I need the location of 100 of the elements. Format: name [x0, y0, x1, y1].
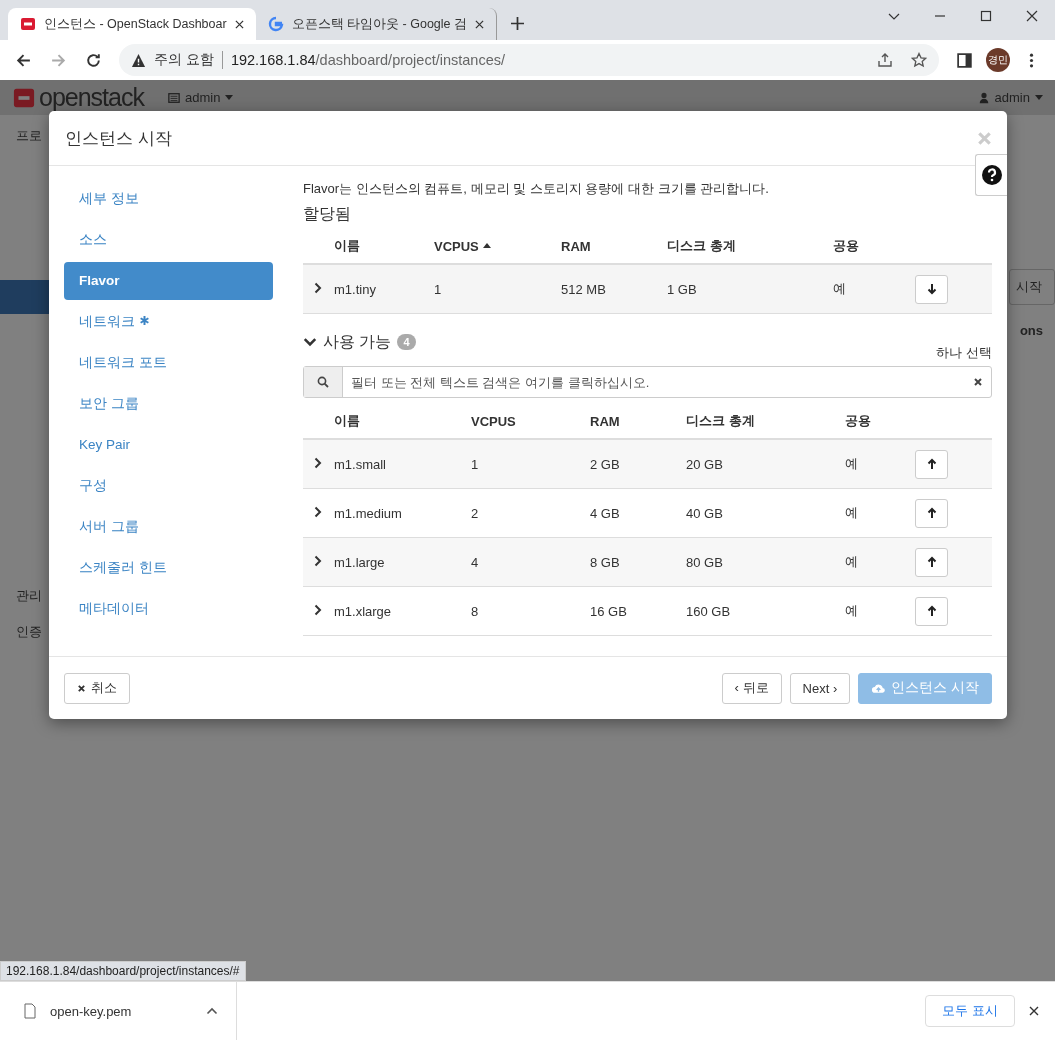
column-header[interactable]: 공용	[845, 413, 871, 428]
table-cell: 예	[833, 281, 846, 296]
wizard-step[interactable]: 서버 그룹	[64, 508, 273, 546]
table-cell: 예	[845, 554, 858, 569]
download-item[interactable]: open-key.pem	[0, 982, 237, 1040]
table-cell: m1.small	[334, 456, 386, 472]
url-text: 192.168.1.84/dashboard/project/instances/	[230, 52, 505, 68]
column-header[interactable]: 디스크 총계	[667, 238, 736, 253]
cancel-button[interactable]: 취소	[64, 672, 130, 704]
asterisk-icon	[140, 316, 149, 325]
wizard-step[interactable]: 네트워크 포트	[64, 344, 273, 382]
table-cell: 1	[471, 456, 479, 472]
table-cell: 512 MB	[561, 281, 606, 297]
up-arrow-icon	[926, 458, 937, 470]
table-cell: m1.tiny	[334, 281, 376, 297]
openstack-logo-icon	[20, 16, 36, 32]
side-panel-icon[interactable]	[956, 51, 973, 69]
search-icon	[317, 376, 329, 388]
column-header[interactable]: VCPUS	[434, 238, 491, 254]
share-icon[interactable]	[877, 52, 893, 68]
table-cell: 예	[845, 603, 858, 618]
table-cell: 1 GB	[667, 281, 697, 297]
status-url: 192.168.1.84/dashboard/project/instances/#	[0, 961, 246, 981]
column-header[interactable]: 이름	[334, 238, 360, 253]
wizard-step[interactable]: 스케줄러 힌트	[64, 549, 273, 587]
caret-icon[interactable]	[206, 1007, 218, 1015]
address-bar[interactable]: 주의 요함 192.168.1.84/dashboard/project/instances/	[119, 44, 939, 76]
table-cell: 1	[434, 281, 442, 297]
expand-icon[interactable]	[314, 505, 322, 518]
table-cell: 4	[471, 554, 479, 570]
openstack-logo-icon	[12, 86, 36, 109]
reload-icon[interactable]	[85, 51, 102, 69]
up-arrow-icon	[926, 507, 937, 519]
column-header[interactable]: RAM	[590, 413, 620, 429]
section-title: 사용 가능	[323, 331, 392, 352]
wizard-step[interactable]: Flavor	[64, 262, 273, 300]
caret-icon	[1035, 95, 1043, 100]
down-arrow-icon	[926, 283, 937, 295]
column-header: ons	[1019, 323, 1044, 338]
allocate-button[interactable]	[915, 449, 948, 479]
table-cell: 80 GB	[686, 554, 723, 570]
show-all-button[interactable]: 모두 표시	[925, 995, 1015, 1027]
close-icon[interactable]	[234, 19, 244, 29]
column-header[interactable]: RAM	[561, 238, 591, 254]
close-icon[interactable]	[1026, 10, 1038, 22]
allocate-button[interactable]	[915, 547, 948, 577]
wizard-step[interactable]: Key Pair	[64, 426, 273, 464]
table-cell: 예	[845, 456, 858, 471]
star-icon[interactable]	[911, 52, 927, 68]
next-button[interactable]: Next ›	[789, 672, 851, 704]
cloud-upload-icon	[871, 682, 887, 694]
column-header[interactable]: 디스크 총계	[686, 413, 755, 428]
wizard-step[interactable]: 보안 그룹	[64, 385, 273, 423]
deallocate-button[interactable]	[915, 274, 948, 304]
table-cell: 40 GB	[686, 505, 723, 521]
table-cell: 2 GB	[590, 456, 620, 472]
browser-tab[interactable]: 인스턴스 - OpenStack Dashboar	[8, 8, 256, 40]
sidebar-item: 관리	[15, 587, 43, 605]
sort-icon	[482, 242, 491, 248]
back-button[interactable]: ‹ 뒤로	[721, 672, 782, 704]
maximize-icon[interactable]	[980, 10, 992, 22]
table-cell: 8	[471, 603, 479, 619]
profile-avatar[interactable]: 경민	[986, 48, 1010, 72]
security-warning: 주의 요함	[154, 51, 214, 69]
table-cell: m1.medium	[334, 505, 402, 521]
expand-icon[interactable]	[314, 603, 322, 616]
sidebar-item: 프로	[15, 127, 43, 145]
table-cell: 8 GB	[590, 554, 620, 570]
allocate-button[interactable]	[915, 498, 948, 528]
close-icon[interactable]	[1029, 1006, 1039, 1016]
clear-icon[interactable]	[973, 377, 983, 387]
help-button[interactable]	[975, 154, 1007, 196]
column-header[interactable]: VCPUS	[471, 413, 516, 429]
dialog-title: 인스턴스 시작	[65, 127, 173, 150]
tab-title: 오픈스택 타임아웃 - Google 검	[291, 15, 467, 33]
column-header[interactable]: 공용	[833, 238, 859, 253]
close-icon	[77, 683, 86, 693]
wizard-step[interactable]: 메타데이터	[64, 590, 273, 628]
up-arrow-icon	[926, 605, 937, 617]
expand-icon[interactable]	[314, 281, 322, 294]
collapse-icon[interactable]	[303, 337, 317, 347]
new-tab-icon[interactable]	[511, 17, 524, 30]
wizard-step[interactable]: 구성	[64, 467, 273, 505]
wizard-step[interactable]: 네트워크	[64, 303, 273, 341]
tab-title: 인스턴스 - OpenStack Dashboar	[44, 15, 227, 33]
wizard-step[interactable]: 세부 정보	[64, 180, 273, 218]
caret-icon	[225, 95, 234, 100]
table-cell: 16 GB	[590, 603, 627, 619]
allocate-button[interactable]	[915, 596, 948, 626]
select-one-hint: 하나 선택	[936, 344, 992, 362]
sidebar-item: 인증	[15, 623, 43, 641]
expand-icon[interactable]	[314, 554, 322, 567]
close-icon[interactable]	[475, 19, 484, 29]
table-cell: 20 GB	[686, 456, 723, 472]
column-header[interactable]: 이름	[334, 413, 360, 428]
up-arrow-icon	[926, 556, 937, 568]
expand-icon[interactable]	[314, 456, 322, 469]
count-badge: 4	[397, 334, 416, 350]
file-icon	[24, 1003, 36, 1019]
wizard-step[interactable]: 소스	[64, 221, 273, 259]
